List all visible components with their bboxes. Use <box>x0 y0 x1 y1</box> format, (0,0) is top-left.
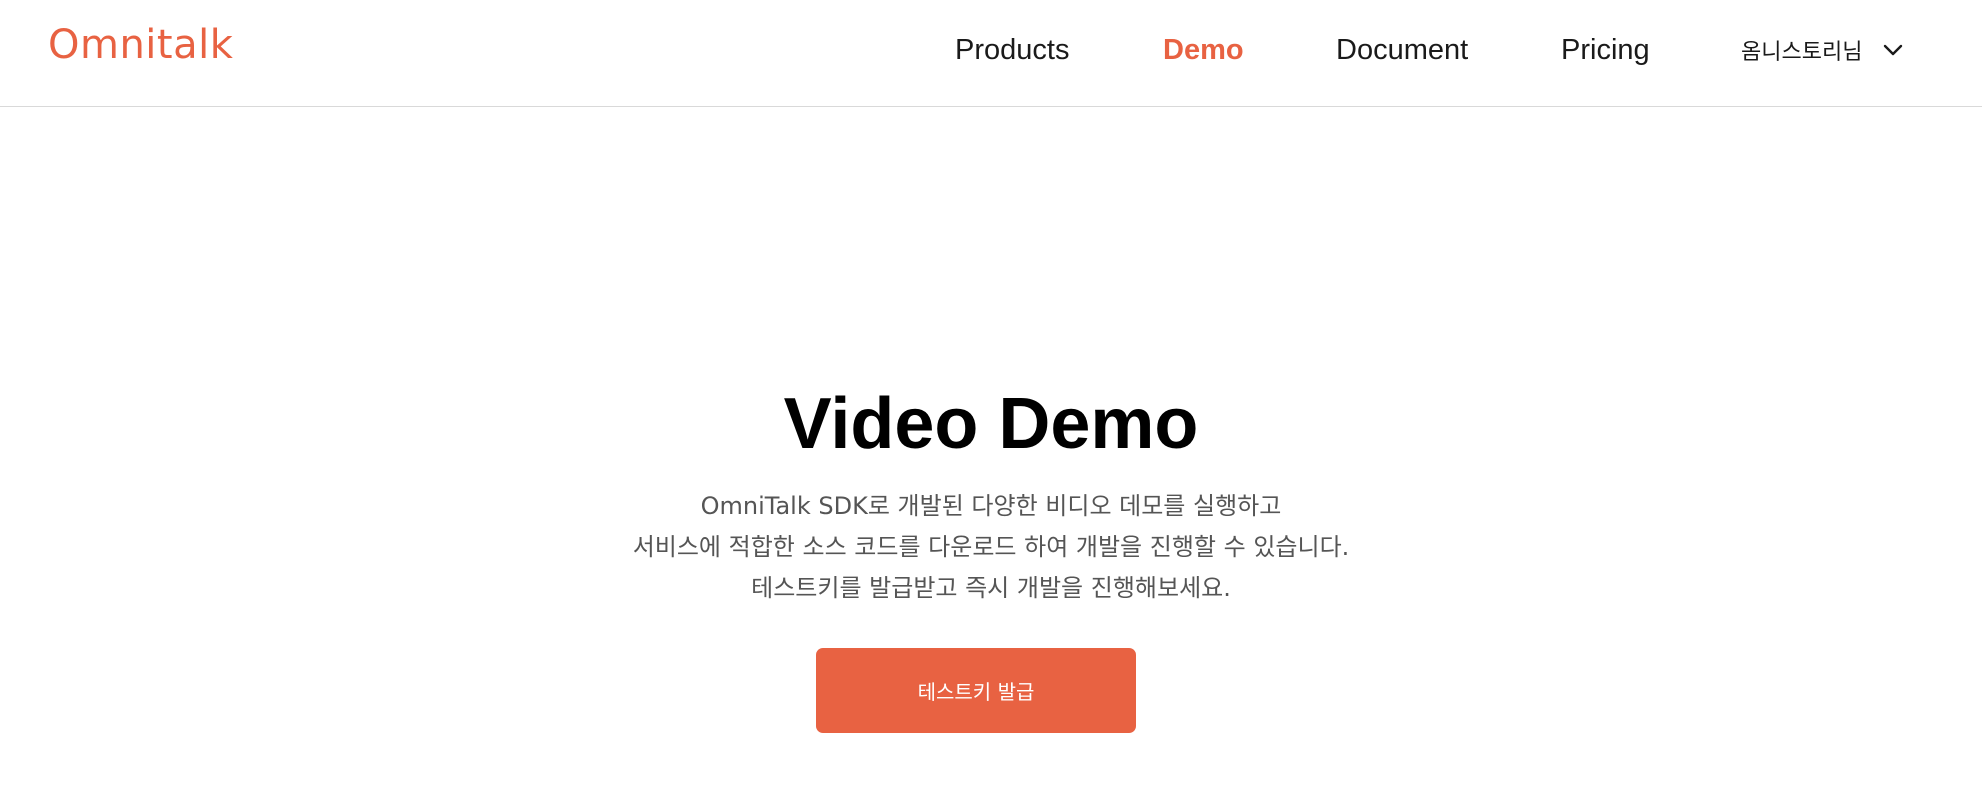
nav-item-products[interactable]: Products <box>955 32 1069 68</box>
hero-description-line: 서비스에 적합한 소스 코드를 다운로드 하여 개발을 진행할 수 있습니다. <box>632 533 1350 561</box>
page-title: Video Demo <box>783 384 1199 464</box>
nav-item-pricing[interactable]: Pricing <box>1561 32 1650 68</box>
user-menu[interactable]: 옴니스토리님 <box>1741 30 1904 70</box>
hero-description-line: OmniTalk SDK로 개발된 다양한 비디오 데모를 실행하고 <box>700 492 1282 520</box>
nav-item-document[interactable]: Document <box>1336 32 1468 68</box>
nav-item-demo[interactable]: Demo <box>1163 32 1244 68</box>
issue-test-key-button[interactable]: 테스트키 발급 <box>816 648 1136 733</box>
chevron-down-icon[interactable] <box>1882 39 1904 61</box>
main-nav: Products Demo Document Pricing <box>0 32 1982 72</box>
site-header: Omnitalk Products Demo Document Pricing … <box>0 0 1982 107</box>
hero-section: Video Demo OmniTalk SDK로 개발된 다양한 비디오 데모를… <box>0 380 1982 609</box>
hero-description-line: 테스트키를 발급받고 즉시 개발을 진행해보세요. <box>751 574 1231 602</box>
user-name: 옴니스토리님 <box>1741 40 1863 65</box>
hero-description: OmniTalk SDK로 개발된 다양한 비디오 데모를 실행하고 서비스에 … <box>0 486 1982 609</box>
